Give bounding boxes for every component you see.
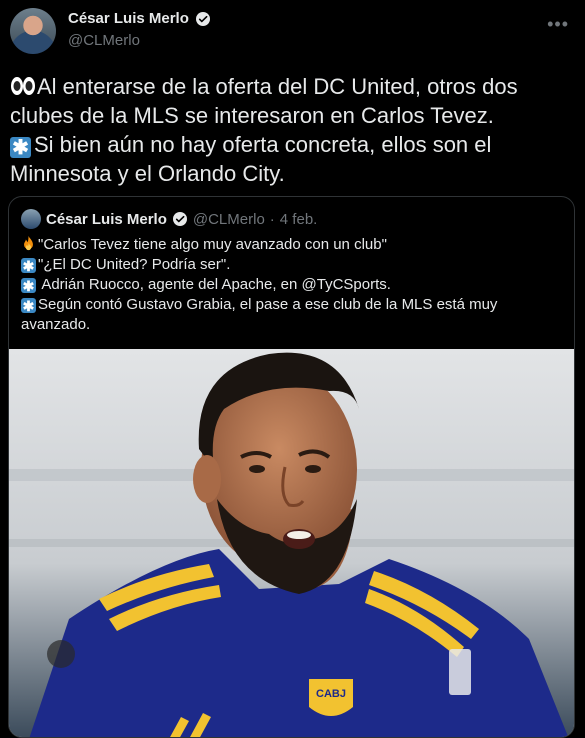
fire-emoji-icon: [24, 235, 33, 251]
quoted-handle: @CLMerlo: [192, 210, 265, 228]
avatar[interactable]: [10, 8, 56, 54]
quoted-line: ✱ "¿El DC United? Podría ser".: [21, 255, 561, 275]
author-name-row: César Luis Merlo: [68, 10, 211, 27]
author-handle[interactable]: @CLMerlo: [68, 32, 140, 49]
quoted-line: "Carlos Tevez tiene algo muy avanzado co…: [21, 235, 561, 255]
asterisk-emoji-icon: ✱: [21, 298, 36, 314]
asterisk-emoji-icon: ✱: [21, 278, 36, 294]
quoted-author-name: César Luis Merlo: [46, 210, 167, 228]
tweet-paragraph-2: ✱ Si bien aún no hay oferta concreta, ell…: [10, 130, 570, 188]
asterisk-emoji-icon: ✱: [21, 258, 36, 274]
quoted-line-3: Adrián Ruocco, agente del Apache, en @Ty…: [38, 276, 391, 293]
tweet-paragraph-1: Al enterarse de la oferta del DC United,…: [10, 72, 570, 130]
eyes-emoji-icon: [11, 77, 35, 95]
asterisk-emoji-icon: ✱: [10, 137, 31, 159]
tweet-text: Al enterarse de la oferta del DC United,…: [10, 72, 570, 188]
verified-badge-icon: [172, 212, 187, 226]
tweet-line-1: Al enterarse de la oferta del DC United,…: [10, 74, 518, 128]
quoted-line-2: "¿El DC United? Podría ser".: [38, 256, 231, 273]
quoted-line-4: Según contó Gustavo Grabia, el pase a es…: [21, 296, 498, 333]
more-icon[interactable]: •••: [547, 14, 569, 35]
tweet-line-2: Si bien aún no hay oferta concreta, ello…: [10, 132, 492, 186]
quoted-text: "Carlos Tevez tiene algo muy avanzado co…: [21, 235, 561, 335]
verified-badge-icon: [195, 11, 210, 26]
quoted-header: César Luis Merlo @CLMerlo · 4 feb.: [21, 209, 317, 229]
quoted-separator: ·: [269, 210, 275, 228]
quoted-line-1: "Carlos Tevez tiene algo muy avanzado co…: [38, 236, 387, 253]
jersey-badge-label: CABJ: [316, 688, 346, 700]
quoted-tweet[interactable]: César Luis Merlo @CLMerlo · 4 feb. "Carl…: [8, 196, 575, 738]
quoted-avatar: [21, 209, 41, 229]
tweet-header: César Luis Merlo @CLMerlo •••: [10, 8, 575, 60]
quoted-line: ✱ Según contó Gustavo Grabia, el pase a e…: [21, 295, 561, 335]
quoted-date: 4 feb.: [279, 210, 318, 228]
quoted-line: ✱ Adrián Ruocco, agente del Apache, en @…: [21, 275, 561, 295]
author-name[interactable]: César Luis Merlo: [68, 10, 189, 27]
quoted-photo[interactable]: CABJ: [9, 349, 574, 737]
player-photo-illustration: CABJ: [9, 349, 574, 737]
